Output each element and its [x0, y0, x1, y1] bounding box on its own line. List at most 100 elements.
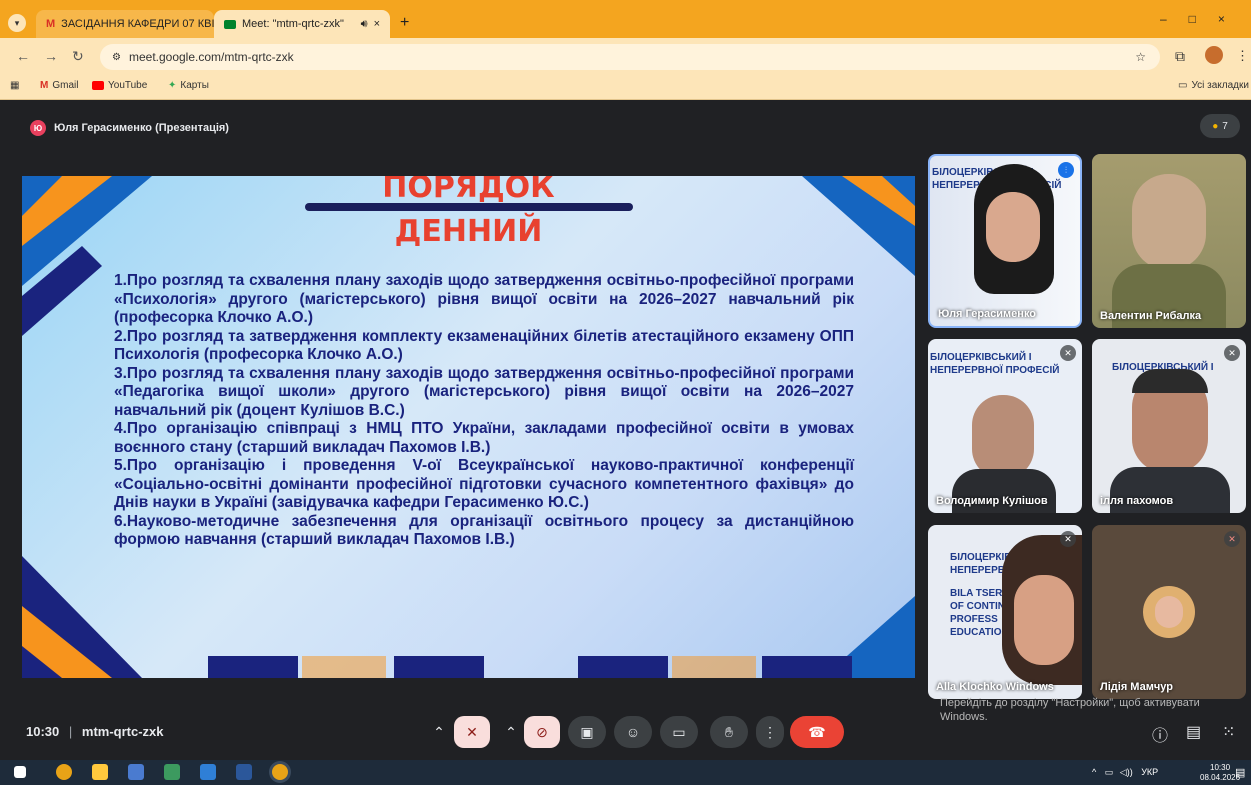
tab-title: ЗАСІДАННЯ КАФЕДРИ 07 КВІТ — [61, 18, 214, 30]
avatar — [1143, 586, 1195, 638]
mic-off-icon: ✕ — [1060, 531, 1076, 547]
participant-name: Юля Герасименко — [938, 308, 1037, 320]
bookmark-youtube[interactable]: YouTube — [92, 80, 147, 91]
title-underline — [305, 203, 633, 211]
participant-tile[interactable]: БІЛОЦЕРКІВСЬКИЙ ІНЕПЕРЕРВНОЇ ПРОФЕСІЙ ⫶ … — [928, 154, 1082, 328]
agenda-list: 1.Про розгляд та схвалення плану заходів… — [114, 272, 854, 550]
presenter-label: Юля Герасименко (Презентація) — [54, 122, 229, 134]
youtube-icon — [92, 81, 104, 90]
all-bookmarks[interactable]: ▭ Усі закладки — [1178, 80, 1249, 91]
close-icon[interactable]: × — [374, 18, 380, 30]
meeting-time: 10:30 — [26, 724, 60, 739]
participant-name: Лідія Мамчур — [1100, 681, 1173, 693]
extensions-icon[interactable]: ⧉ — [1175, 48, 1195, 65]
word-icon[interactable] — [236, 764, 252, 780]
more-options-button[interactable]: ⋮ — [756, 716, 784, 748]
tab-search-button[interactable]: ▾ — [8, 14, 26, 32]
participant-face — [986, 192, 1040, 262]
activities-button[interactable]: ⁙ — [1222, 722, 1235, 742]
slide-title-line2: ДЕННИЙ — [394, 214, 543, 249]
presenter-chip: Ю Юля Герасименко (Презентація) — [30, 118, 229, 138]
bookmarks-bar: ▦ M Gmail YouTube ✦ Карты ▭ Усі закладки — [0, 74, 1251, 100]
agenda-item: 3.Про розгляд та схвалення плану заходів… — [114, 364, 854, 419]
chevron-up-icon: ⌃ — [505, 723, 517, 740]
participant-face — [972, 395, 1034, 479]
leave-call-button[interactable]: ☎ — [790, 716, 844, 748]
reactions-button[interactable]: ☺ — [614, 716, 652, 748]
app-icon[interactable] — [128, 764, 144, 780]
chat-button[interactable]: ▤ — [1186, 722, 1201, 742]
agenda-item: 2.Про розгляд та затвердження комплекту … — [114, 327, 854, 364]
participant-tile[interactable]: ✕ Лідія Мамчур — [1092, 525, 1246, 699]
participant-tile[interactable]: БІЛОЦЕРКІВСЬКИЙ ІНЕПЕРЕРВНОЇ ПРОФЕСІЙ BI… — [928, 525, 1082, 699]
tab-gmail[interactable]: M ЗАСІДАННЯ КАФЕДРИ 07 КВІТ × — [36, 10, 214, 38]
captions-button[interactable]: ▭ — [660, 716, 698, 748]
captions-icon: ▭ — [672, 723, 686, 740]
new-tab-button[interactable]: + — [400, 14, 409, 32]
tab-title: Meet: "mtm-qrtc-zxk" — [242, 18, 344, 30]
mic-off-icon: ✕ — [466, 723, 478, 740]
url-text: meet.google.com/mtm-qrtc-zxk — [128, 50, 294, 64]
participant-tile[interactable]: БІЛОЦЕРКІВСЬКИЙ І НЕПЕРЕРВНОЇ ПРОФЕСІЙ ✕ … — [928, 339, 1082, 513]
app-icon[interactable] — [200, 764, 216, 780]
notification-icon[interactable]: ▤ — [1235, 766, 1245, 779]
mic-off-icon: ✕ — [1060, 345, 1076, 361]
participant-face — [1014, 575, 1074, 665]
mic-toggle-button[interactable]: ✕ — [454, 716, 490, 748]
present-button[interactable]: ▣ — [568, 716, 606, 748]
participant-tile[interactable]: Валентин Рибалка — [1092, 154, 1246, 328]
mic-off-icon: ✕ — [1224, 531, 1240, 547]
star-icon[interactable]: ☆ — [1135, 50, 1146, 64]
emoji-icon: ☺ — [625, 724, 641, 740]
mic-options-button[interactable]: ⌃ — [424, 716, 454, 748]
presentation-slide: ПОРЯДОК ДЕННИЙ 1.Про розгляд та схваленн… — [22, 176, 915, 678]
slide-title-line1: ПОРЯДОК — [382, 176, 555, 205]
participant-name: ілля пахомов — [1100, 495, 1174, 507]
nav-buttons[interactable]: ←→↻ — [16, 48, 98, 65]
window-controls[interactable]: –□× — [1160, 12, 1247, 26]
chevron-up-icon: ⌃ — [433, 723, 445, 740]
avatar: Ю — [30, 120, 46, 136]
hand-icon: ✋︎ — [725, 723, 733, 740]
apps-icon[interactable]: ▦ — [10, 80, 19, 91]
participants-button[interactable]: ● 7 — [1200, 114, 1240, 138]
hangup-icon: ☎ — [808, 723, 826, 740]
participant-face — [1132, 174, 1206, 270]
meeting-code: mtm-qrtc-zxk — [81, 724, 164, 739]
tab-meet[interactable]: Meet: "mtm-qrtc-zxk" 🔊︎ × — [214, 10, 390, 38]
windows-taskbar — [0, 760, 1251, 785]
bookmark-gmail[interactable]: M Gmail — [40, 80, 78, 91]
people-icon: ● — [1212, 120, 1219, 132]
site-info-icon[interactable]: ⚙ — [112, 52, 121, 63]
tile-backdrop: БІЛОЦЕРКІВСЬКИЙ ІНЕПЕРЕРВНОЇ ПРОФЕСІЙ — [930, 352, 1060, 376]
meeting-details-button[interactable]: ⓘ — [1152, 722, 1168, 746]
camera-toggle-button[interactable]: ⊘ — [524, 716, 560, 748]
address-bar[interactable]: ⚙ meet.google.com/mtm-qrtc-zxk ☆ — [100, 44, 1160, 70]
agenda-item: 4.Про організацію співпраці з НМЦ ПТО Ук… — [114, 420, 854, 456]
raise-hand-button[interactable]: ✋︎ — [710, 716, 748, 748]
profile-avatar[interactable] — [1205, 46, 1223, 64]
participant-tile[interactable]: БІЛОЦЕРКІВСЬКИЙ І ✕ ілля пахомов — [1092, 339, 1246, 513]
bookmark-maps[interactable]: ✦ Карты — [168, 80, 209, 91]
maps-icon: ✦ — [168, 80, 177, 91]
agenda-item: 5.Про організацію і проведення V-ої Всеу… — [114, 457, 854, 511]
meeting-info: 10:30 | mtm-qrtc-zxk — [26, 724, 164, 739]
chrome-icon[interactable] — [56, 764, 72, 780]
network-icon: ▭ — [1104, 767, 1114, 777]
system-tray[interactable]: ^ ▭ ◁)) УКР — [1092, 767, 1158, 778]
volume-icon: ◁)) — [1119, 767, 1133, 777]
apps-icon: ⁙ — [1222, 724, 1236, 741]
gmail-icon: M — [40, 80, 49, 91]
chrome-icon[interactable] — [272, 764, 288, 780]
file-explorer-icon[interactable] — [92, 764, 108, 780]
menu-icon[interactable]: ⋮ — [1236, 48, 1249, 64]
participants-count: 7 — [1222, 120, 1228, 132]
meet-icon — [224, 19, 236, 29]
speaking-icon: ⫶ — [1058, 162, 1074, 178]
participant-name: Володимир Кулішов — [936, 495, 1048, 507]
camera-options-button[interactable]: ⌃ — [496, 716, 526, 748]
activation-watermark: Перейдіть до розділу "Настройки", щоб ак… — [940, 697, 1200, 723]
app-icon[interactable] — [164, 764, 180, 780]
speaker-icon[interactable]: 🔊︎ — [361, 18, 368, 31]
windows-start-icon[interactable] — [14, 766, 26, 778]
